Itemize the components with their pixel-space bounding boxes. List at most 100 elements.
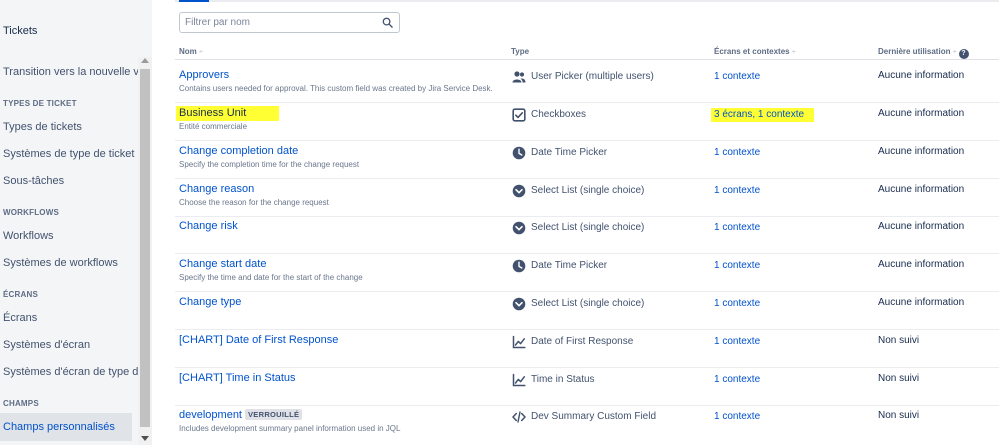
contexts-link[interactable]: 1 contexte	[714, 298, 760, 309]
field-name-link[interactable]: Approvers	[179, 69, 229, 81]
field-description: Entité commerciale	[179, 122, 248, 131]
filter-field[interactable]	[179, 12, 400, 33]
field-name-link[interactable]: [CHART] Time in Status	[179, 372, 296, 384]
field-description: Specify the completion time for the chan…	[179, 160, 360, 169]
field-name-link[interactable]: Change type	[179, 296, 241, 308]
sidebar-item-subtasks[interactable]: Sous-tâches	[3, 175, 64, 187]
clock-icon	[512, 259, 526, 273]
field-name-link[interactable]: [CHART] Date of First Response	[179, 334, 338, 346]
contexts-link[interactable]: 1 contexte	[714, 411, 760, 422]
sidebar-item-issue-type-screen-schemes[interactable]: Systèmes d'écran de type d...	[3, 366, 148, 378]
sidebar-scrollbar[interactable]	[138, 57, 152, 445]
field-name-link[interactable]: Change risk	[179, 220, 238, 232]
help-icon[interactable]: ?	[958, 49, 969, 59]
contexts-link[interactable]: 1 contexte	[714, 336, 760, 347]
table-row: Change risk Select List (single choice) …	[175, 216, 999, 254]
field-description: Includes development summary panel infor…	[179, 424, 401, 433]
last-used: Non suivi	[878, 373, 920, 384]
field-description: Choose the reason for the change request	[179, 198, 329, 207]
line-chart-icon	[512, 335, 526, 349]
field-name-link[interactable]: Change completion date	[179, 145, 298, 157]
table-row: [CHART] Date of First Response Date of F…	[175, 330, 999, 368]
tab-divider	[175, 0, 999, 2]
field-description: Contains users needed for approval. This…	[179, 84, 493, 93]
chevron-circle-icon	[512, 297, 526, 311]
field-name-link[interactable]: Business Unit	[176, 106, 280, 121]
filter-input[interactable]	[185, 15, 375, 30]
field-name-text: development	[179, 409, 242, 421]
sidebar-item-workflows[interactable]: Workflows	[3, 230, 54, 242]
contexts-link[interactable]: 1 contexte	[714, 260, 760, 271]
field-type: Date Time Picker	[531, 147, 608, 158]
contexts-link[interactable]: 1 contexte	[714, 374, 760, 385]
column-header-name[interactable]: Nom ÷	[179, 47, 203, 56]
last-used: Non suivi	[878, 410, 920, 421]
highlighted-field-name: Business Unit	[176, 106, 280, 121]
column-header-last-used: Dernière utilisation ÷?	[878, 47, 969, 59]
sidebar-item-transition[interactable]: Transition vers la nouvelle v...	[3, 66, 147, 78]
scroll-down-arrow-icon[interactable]	[141, 436, 149, 441]
field-name-link[interactable]: development VERROUILLÉ	[179, 409, 303, 421]
line-chart-icon	[512, 373, 526, 387]
last-used: Aucune information	[878, 146, 965, 157]
last-used: Aucune information	[878, 221, 965, 232]
header-divider	[175, 59, 999, 60]
checkbox-icon	[512, 108, 526, 122]
sort-icon: ÷	[791, 49, 796, 56]
sidebar-item-screens[interactable]: Écrans	[3, 312, 37, 324]
last-used: Aucune information	[878, 70, 965, 81]
contexts-link[interactable]: 1 contexte	[714, 222, 760, 233]
active-tab-indicator	[179, 0, 209, 2]
highlighted-contexts: 3 écrans, 1 contexte	[711, 108, 815, 122]
field-type: Time in Status	[531, 374, 595, 385]
table-row: Change start date Specify the time and d…	[175, 254, 999, 292]
field-type: Select List (single choice)	[531, 222, 645, 233]
table-row: Change completion date Specify the compl…	[175, 141, 999, 179]
last-used: Aucune information	[878, 108, 965, 119]
field-name-link[interactable]: Change reason	[179, 183, 254, 195]
clock-icon	[512, 146, 526, 160]
last-used: Non suivi	[878, 335, 920, 346]
field-type: Date Time Picker	[531, 260, 608, 271]
table-row: [CHART] Time in Status Time in Status 1 …	[175, 368, 999, 406]
sidebar-item-workflow-schemes[interactable]: Systèmes de workflows	[3, 257, 118, 269]
scrollbar-thumb[interactable]	[140, 69, 150, 427]
table-row: Change reason Choose the reason for the …	[175, 179, 999, 217]
chevron-circle-icon	[512, 221, 526, 235]
field-name-link[interactable]: Change start date	[179, 258, 266, 270]
sidebar: Tickets Transition vers la nouvelle v...…	[0, 0, 152, 445]
contexts-link[interactable]: 1 contexte	[714, 185, 760, 196]
code-icon	[512, 411, 526, 423]
contexts-link[interactable]: 1 contexte	[714, 71, 760, 82]
sidebar-section-issue-types: TYPES DE TICKET	[3, 99, 77, 108]
search-icon[interactable]	[382, 17, 393, 28]
scroll-up-arrow-icon[interactable]	[141, 58, 149, 63]
table-row: development VERROUILLÉ Includes developme…	[175, 405, 999, 443]
field-type: Select List (single choice)	[531, 298, 645, 309]
users-icon	[512, 71, 526, 83]
field-type: User Picker (multiple users)	[531, 71, 654, 82]
field-type: Dev Summary Custom Field	[531, 411, 657, 422]
contexts-link[interactable]: 1 contexte	[714, 147, 760, 158]
sidebar-section-workflows: WORKFLOWS	[3, 208, 60, 217]
contexts-link[interactable]: 3 écrans, 1 contexte	[711, 108, 815, 122]
column-header-contexts[interactable]: Écrans et contextes ÷	[714, 47, 796, 56]
field-type: Select List (single choice)	[531, 185, 645, 196]
last-used: Aucune information	[878, 184, 965, 195]
table-row: Approvers Contains users needed for appr…	[175, 65, 999, 103]
field-type: Date of First Response	[531, 336, 634, 347]
last-used: Aucune information	[878, 259, 965, 270]
sidebar-section-fields: CHAMPS	[3, 399, 39, 408]
sidebar-item-custom-fields[interactable]: Champs personnalisés	[3, 421, 115, 433]
table-row: Business Unit Entité commerciale Checkbo…	[175, 103, 999, 141]
locked-badge: VERROUILLÉ	[245, 409, 303, 420]
sidebar-item-screen-schemes[interactable]: Systèmes d'écran	[3, 339, 90, 351]
field-type: Checkboxes	[531, 109, 587, 120]
field-description: Specify the time and date for the start …	[179, 273, 363, 282]
sidebar-item-issue-types[interactable]: Types de tickets	[3, 121, 82, 133]
sort-icon: ÷	[952, 49, 957, 56]
sidebar-title: Tickets	[3, 25, 38, 37]
sidebar-item-issue-type-schemes[interactable]: Systèmes de type de ticket	[3, 148, 134, 160]
table-row: Change type Select List (single choice) …	[175, 292, 999, 330]
last-used: Aucune information	[878, 297, 965, 308]
